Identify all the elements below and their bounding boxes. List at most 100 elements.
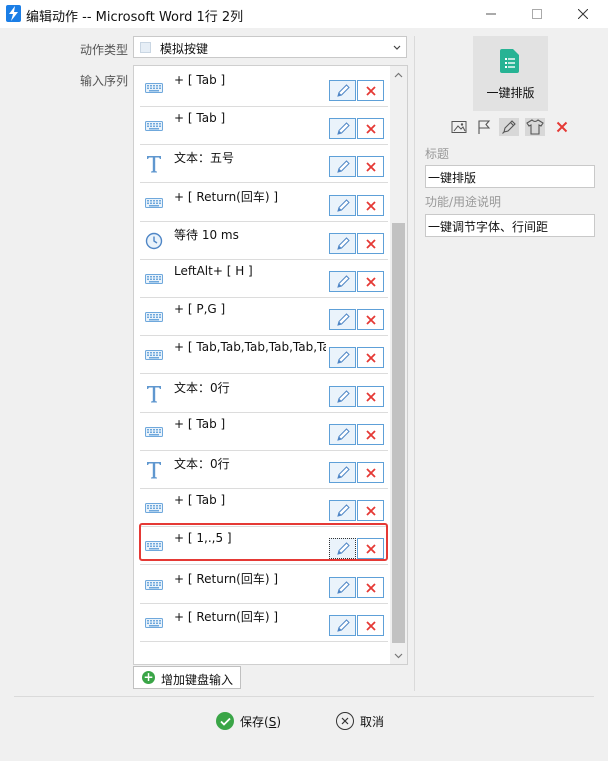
cancel-label: 取消	[360, 714, 385, 729]
document-list-icon	[500, 49, 520, 76]
edit-pencil-icon[interactable]	[329, 194, 356, 216]
list-item-text: 文本：0行	[174, 380, 230, 395]
action-card-name: 一键排版	[486, 86, 535, 100]
list-item[interactable]: + [ Tab,Tab,Tab,Tab,Tab,Tab,Tab,Tab ]	[140, 336, 388, 375]
list-item[interactable]: + [ Return(回车) ]	[140, 184, 388, 222]
title-input[interactable]: 一键排版	[425, 165, 595, 188]
list-item[interactable]: + [ Tab ]	[140, 489, 388, 528]
list-item-text: + [ P,G ]	[174, 302, 226, 317]
minimize-button[interactable]	[468, 0, 514, 28]
app-lightning-icon	[6, 5, 21, 22]
list-item-text: 文本：0行	[174, 457, 230, 471]
action-type-value: 模拟按键	[160, 42, 209, 56]
edit-pencil-icon[interactable]	[329, 500, 356, 522]
edit-pencil-icon[interactable]	[329, 271, 356, 292]
list-item[interactable]: 文本：0行	[140, 451, 388, 489]
save-label: 保存(S)	[240, 714, 281, 729]
delete-x-icon[interactable]	[357, 423, 384, 445]
title-field-label: 标题	[425, 147, 450, 161]
description-field-label: 功能/用途说明	[425, 195, 502, 209]
keyboard-icon	[144, 536, 164, 556]
delete-x-icon[interactable]	[357, 347, 384, 369]
shirt-icon[interactable]	[525, 118, 545, 136]
edit-pencil-icon[interactable]	[329, 80, 356, 101]
checkmark-icon	[216, 712, 234, 730]
delete-x-icon[interactable]	[357, 309, 384, 331]
add-keyboard-input-button[interactable]: + 增加键盘输入	[133, 666, 241, 689]
input-sequence-label: 输入序列	[80, 74, 129, 88]
delete-x-icon[interactable]	[552, 118, 572, 136]
edit-pencil-icon[interactable]	[329, 156, 356, 178]
close-button[interactable]	[560, 0, 606, 28]
delete-x-icon[interactable]	[357, 576, 384, 598]
scroll-down-arrow-icon[interactable]	[390, 647, 407, 664]
action-type-select[interactable]: 模拟按键	[133, 36, 407, 58]
input-sequence-list[interactable]: + [ Tab ] + [ Tab ] 文本：五号 + [ Return(回车) ] 等…	[133, 65, 408, 665]
edit-pencil-icon[interactable]	[329, 538, 356, 560]
list-item[interactable]: + [ Return(回车) ]	[140, 566, 388, 604]
image-icon[interactable]	[449, 118, 469, 136]
keyboard-swatch-icon	[140, 42, 151, 53]
list-item-text: + [ Tab ]	[174, 416, 226, 431]
list-item[interactable]: 文本：0行	[140, 375, 388, 413]
edit-pencil-icon[interactable]	[329, 309, 356, 331]
list-item-text: LeftAlt+ [ H ]	[174, 264, 253, 278]
edit-pencil-icon[interactable]	[329, 462, 356, 483]
keyboard-icon	[144, 498, 164, 518]
list-item[interactable]: 等待 10 ms	[140, 222, 388, 260]
title-bar: 编辑动作 -- Microsoft Word 1行 2列	[0, 0, 608, 28]
keyboard-icon	[144, 307, 164, 327]
edit-pencil-icon[interactable]	[329, 576, 356, 598]
edit-pencil-icon[interactable]	[329, 423, 356, 445]
list-item[interactable]: + [ Return(回车) ]	[140, 604, 388, 642]
list-scrollbar[interactable]	[390, 66, 407, 664]
delete-x-icon[interactable]	[357, 385, 384, 407]
list-item[interactable]: LeftAlt+ [ H ]	[140, 260, 388, 298]
delete-x-icon[interactable]	[357, 232, 384, 254]
add-keyboard-input-label: 增加键盘输入	[161, 673, 234, 687]
edit-pencil-icon[interactable]	[329, 614, 356, 636]
cancel-button[interactable]: 取消	[336, 710, 384, 732]
list-item[interactable]: 文本：五号	[140, 145, 388, 184]
flag-icon[interactable]	[474, 118, 494, 136]
scrollbar-thumb[interactable]	[392, 223, 405, 643]
delete-x-icon[interactable]	[357, 614, 384, 636]
delete-x-icon[interactable]	[357, 500, 384, 522]
delete-x-icon[interactable]	[357, 156, 384, 178]
list-item[interactable]: + [ 1,.,5 ]	[140, 527, 388, 566]
delete-x-icon[interactable]	[357, 271, 384, 292]
keyboard-icon	[144, 78, 164, 98]
list-item[interactable]: + [ Tab ]	[140, 107, 388, 146]
text-t-icon	[144, 384, 164, 404]
cancel-x-icon	[336, 712, 354, 730]
delete-x-icon[interactable]	[357, 462, 384, 483]
scroll-up-arrow-icon[interactable]	[390, 66, 407, 83]
list-item-text: + [ Tab ]	[174, 73, 226, 87]
list-item-text: + [ Tab ]	[174, 111, 226, 126]
delete-x-icon[interactable]	[357, 538, 384, 560]
delete-x-icon[interactable]	[357, 118, 384, 140]
clock-icon	[144, 231, 164, 251]
list-item-text: + [ Return(回车) ]	[174, 189, 279, 204]
list-item[interactable]: + [ Tab ]	[140, 413, 388, 451]
list-item-text: + [ Return(回车) ]	[174, 609, 279, 624]
edit-pencil-icon[interactable]	[329, 385, 356, 407]
vertical-divider	[414, 36, 415, 691]
chevron-down-icon	[392, 42, 402, 56]
action-card[interactable]: 一键排版	[473, 36, 548, 111]
save-button[interactable]: 保存(S)	[216, 710, 281, 732]
edit-pencil-icon[interactable]	[329, 232, 356, 254]
keyboard-icon	[144, 422, 164, 442]
list-item[interactable]: + [ Tab ]	[140, 69, 388, 107]
text-t-icon	[144, 460, 164, 480]
maximize-button[interactable]	[514, 0, 560, 28]
list-item[interactable]: + [ P,G ]	[140, 298, 388, 337]
description-input[interactable]: 一键调节字体、行间距	[425, 214, 595, 237]
delete-x-icon[interactable]	[357, 80, 384, 101]
action-type-label: 动作类型	[80, 43, 129, 57]
pen-icon[interactable]	[499, 118, 519, 136]
delete-x-icon[interactable]	[357, 194, 384, 216]
edit-pencil-icon[interactable]	[329, 347, 356, 369]
list-item-text: 文本：五号	[174, 151, 235, 166]
edit-pencil-icon[interactable]	[329, 118, 356, 140]
